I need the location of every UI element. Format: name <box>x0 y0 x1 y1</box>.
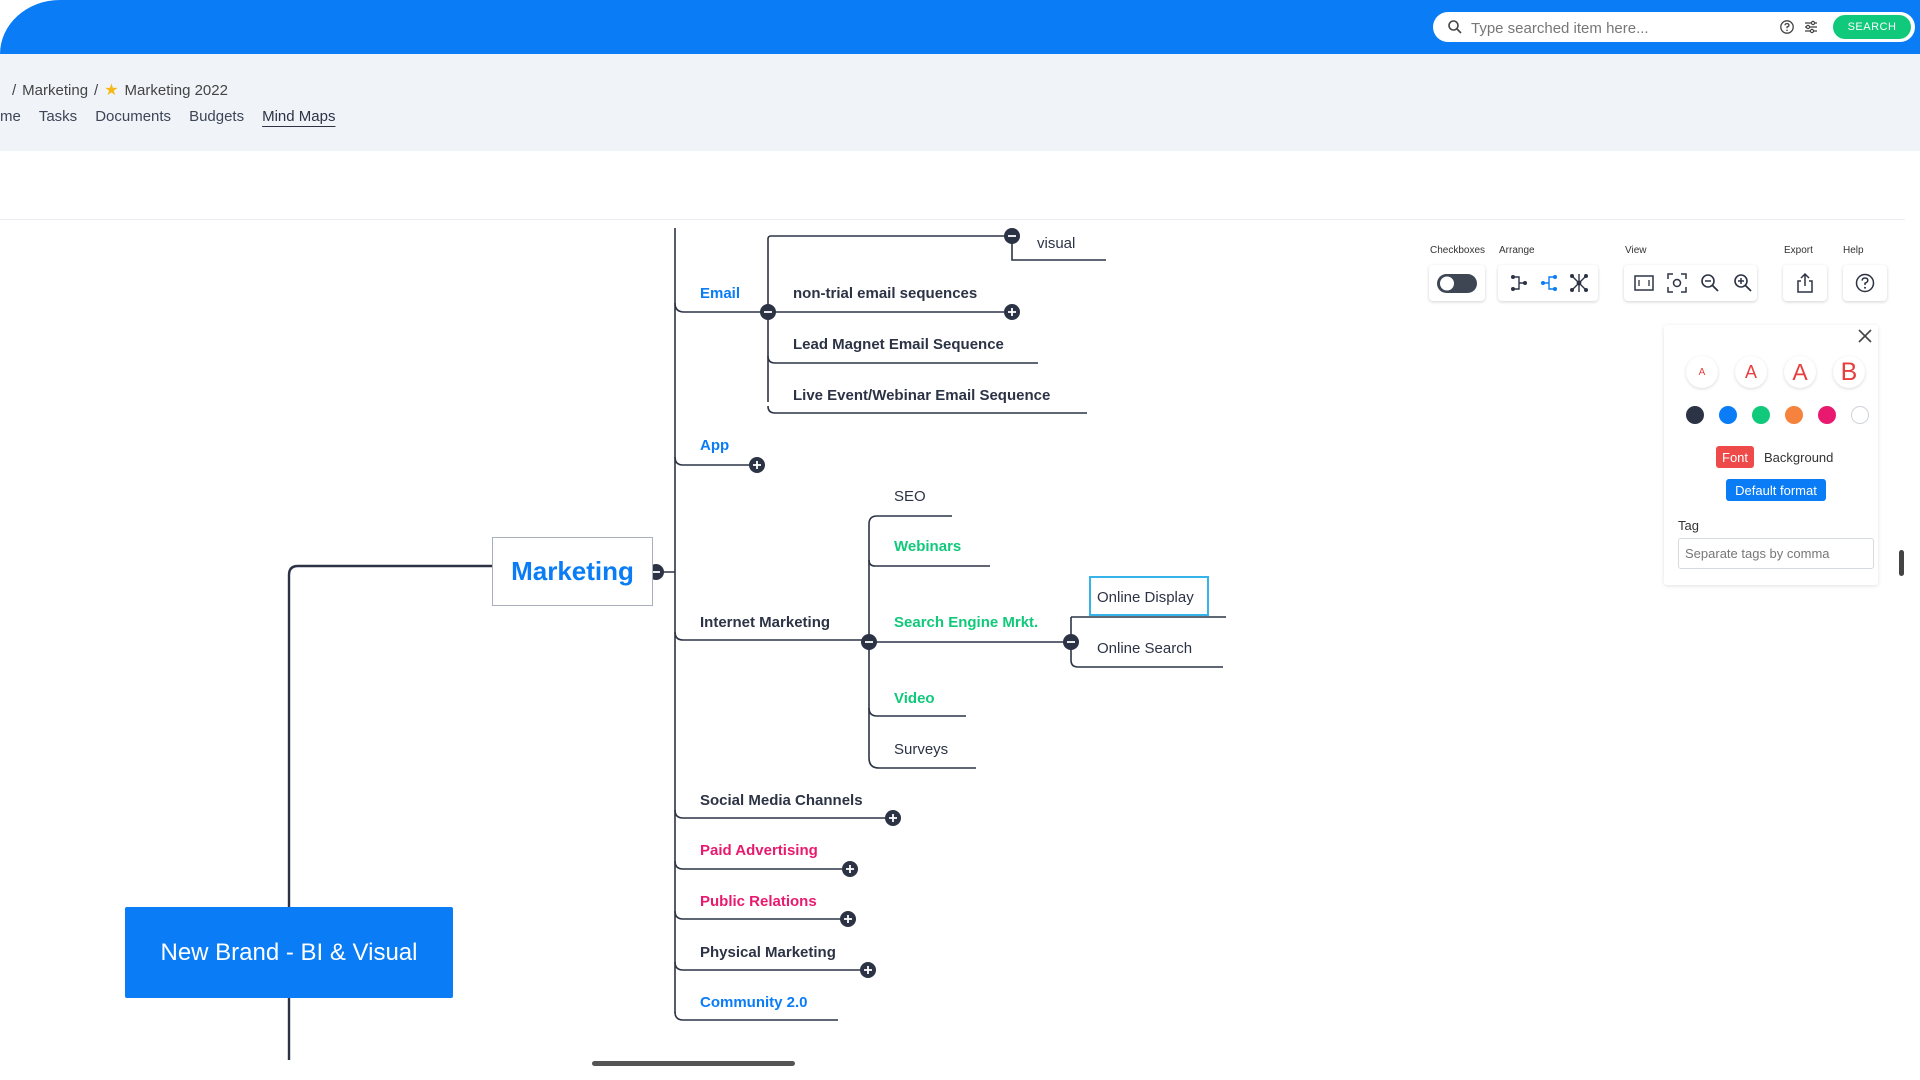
font-size-md[interactable]: A <box>1784 356 1816 388</box>
node-video[interactable]: Video <box>894 690 935 707</box>
default-format-button[interactable]: Default format <box>1726 479 1826 501</box>
arrange-radial-icon[interactable] <box>1568 272 1590 294</box>
font-size-sm[interactable]: A <box>1735 356 1767 388</box>
node-paid-advertising[interactable]: Paid Advertising <box>700 842 818 859</box>
node-physical-marketing[interactable]: Physical Marketing <box>700 944 836 961</box>
tag-input[interactable] <box>1678 538 1874 569</box>
help-label: Help <box>1843 245 1864 256</box>
tag-label: Tag <box>1678 518 1699 533</box>
color-blue[interactable] <box>1719 406 1737 424</box>
collapse-icon[interactable] <box>861 634 877 650</box>
expand-icon[interactable] <box>842 861 858 877</box>
expand-icon[interactable] <box>860 962 876 978</box>
view-label: View <box>1625 245 1647 256</box>
expand-icon[interactable] <box>840 911 856 927</box>
zoom-in-icon[interactable] <box>1732 272 1754 294</box>
node-non-trial-email[interactable]: non-trial email sequences <box>793 285 977 302</box>
marketing-node[interactable]: Marketing <box>492 537 653 606</box>
center-focus-icon[interactable] <box>1666 272 1688 294</box>
export-label: Export <box>1784 245 1813 256</box>
node-online-display[interactable]: Online Display <box>1097 589 1194 606</box>
font-tab-button[interactable]: Font <box>1716 446 1754 468</box>
help-icon[interactable] <box>1854 272 1876 294</box>
export-share-icon[interactable] <box>1794 272 1816 294</box>
node-lead-magnet[interactable]: Lead Magnet Email Sequence <box>793 336 1004 353</box>
node-social-media[interactable]: Social Media Channels <box>700 792 863 809</box>
collapse-icon[interactable] <box>760 304 776 320</box>
toggle-switch-icon <box>1437 274 1477 293</box>
node-app[interactable]: App <box>700 437 729 454</box>
arrange-label: Arrange <box>1499 245 1535 256</box>
vertical-scrollbar[interactable] <box>1899 550 1904 576</box>
zoom-out-icon[interactable] <box>1699 272 1721 294</box>
node-online-search[interactable]: Online Search <box>1097 640 1192 657</box>
expand-icon[interactable] <box>1004 304 1020 320</box>
background-tab-button[interactable]: Background <box>1758 446 1839 468</box>
node-live-event[interactable]: Live Event/Webinar Email Sequence <box>793 387 1050 404</box>
root-node[interactable]: New Brand - BI & Visual <box>125 907 453 998</box>
color-pink[interactable] <box>1818 406 1836 424</box>
node-search-engine-marketing[interactable]: Search Engine Mrkt. <box>894 614 1038 631</box>
close-icon[interactable] <box>1855 326 1875 346</box>
expand-icon[interactable] <box>885 810 901 826</box>
font-size-lg[interactable]: B <box>1833 356 1865 388</box>
node-surveys[interactable]: Surveys <box>894 741 948 758</box>
export-group <box>1783 265 1827 301</box>
fit-screen-icon[interactable] <box>1633 272 1655 294</box>
color-green[interactable] <box>1752 406 1770 424</box>
expand-icon[interactable] <box>749 457 765 473</box>
checkboxes-toggle[interactable] <box>1429 265 1485 301</box>
collapse-icon[interactable] <box>1063 634 1079 650</box>
node-webinars[interactable]: Webinars <box>894 538 961 555</box>
arrange-group <box>1498 265 1598 301</box>
color-dark[interactable] <box>1686 406 1704 424</box>
help-group <box>1843 265 1887 301</box>
collapse-icon[interactable] <box>1004 228 1020 244</box>
node-email[interactable]: Email <box>700 285 740 302</box>
node-visual[interactable]: visual <box>1037 235 1075 252</box>
font-size-xs[interactable]: A <box>1686 356 1718 388</box>
node-public-relations[interactable]: Public Relations <box>700 893 817 910</box>
color-white[interactable] <box>1851 406 1869 424</box>
checkboxes-label: Checkboxes <box>1430 245 1486 256</box>
node-seo[interactable]: SEO <box>894 488 926 505</box>
node-community[interactable]: Community 2.0 <box>700 994 808 1011</box>
view-group <box>1624 265 1757 301</box>
arrange-left-icon[interactable] <box>1538 272 1560 294</box>
color-orange[interactable] <box>1785 406 1803 424</box>
horizontal-scrollbar[interactable] <box>592 1061 795 1066</box>
arrange-right-icon[interactable] <box>1508 272 1530 294</box>
node-internet-marketing[interactable]: Internet Marketing <box>700 614 830 631</box>
